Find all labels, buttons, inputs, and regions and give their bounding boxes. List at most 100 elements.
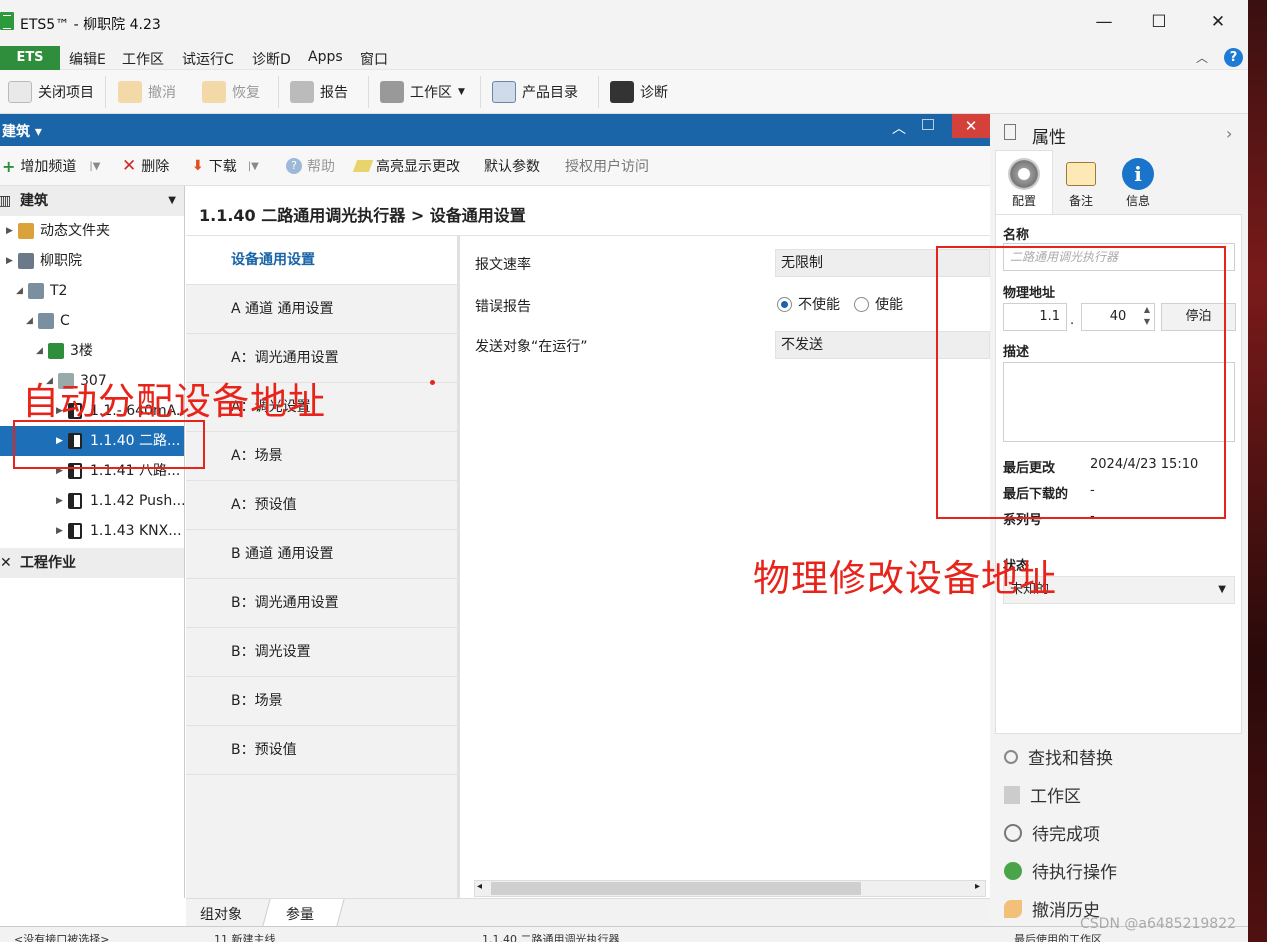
parameter-page-item[interactable]: B：调光通用设置: [186, 579, 457, 628]
close-project-icon: [8, 81, 32, 103]
bottom-tabs: 组对象 参量: [186, 898, 990, 926]
parameter-page-item[interactable]: B：预设值: [186, 726, 457, 775]
highlight-changes-button[interactable]: 高亮显示更改: [352, 156, 460, 176]
close-project-button[interactable]: 关闭项目: [8, 70, 94, 114]
help-button[interactable]: ? 帮助: [286, 156, 335, 176]
undo-button[interactable]: 撤消: [118, 70, 176, 114]
add-channel-button[interactable]: + 增加频道 |▼: [2, 156, 100, 176]
menu-apps[interactable]: Apps: [308, 49, 343, 65]
tree-node-icon: [28, 283, 44, 299]
menu-workspace[interactable]: 工作区: [122, 49, 164, 69]
scrollbar-thumb[interactable]: [491, 882, 861, 895]
download-button[interactable]: ⬇ 下载 |▼: [192, 156, 259, 176]
panel-title[interactable]: 建筑 ▾: [2, 121, 42, 141]
workspace-icon: [380, 81, 404, 103]
main-toolbar: 关闭项目 撤消 恢复 报告 工作区 ▼ 产品目录 诊断: [0, 70, 1248, 114]
tree-header-project-work[interactable]: ✕ 工程作业: [0, 548, 184, 578]
tree-header-building[interactable]: ▥ 建筑 ▼: [0, 186, 184, 216]
authorize-access-button[interactable]: 授权用户访问: [565, 156, 649, 176]
parameter-page-item[interactable]: A 通道 通用设置: [186, 285, 457, 334]
radio-disable[interactable]: [777, 296, 792, 312]
tab-group-objects[interactable]: 组对象: [200, 904, 242, 924]
properties-title: 属性: [1032, 128, 1066, 148]
tab-config[interactable]: 配置: [999, 158, 1049, 209]
dock-workspace[interactable]: 工作区: [1004, 782, 1081, 807]
menu-window[interactable]: 窗口: [360, 49, 388, 69]
status-line: 11 新建主线: [214, 933, 276, 942]
tree-node-icon: [68, 523, 82, 539]
printer-icon: [290, 81, 314, 103]
horizontal-scrollbar[interactable]: ◂ ▸: [474, 880, 986, 897]
parameter-page-item[interactable]: B：场景: [186, 677, 457, 726]
redo-button[interactable]: 恢复: [202, 70, 260, 114]
tab-parameters[interactable]: 参量: [286, 904, 314, 924]
menu-ets[interactable]: ETS: [0, 46, 60, 70]
expand-arrow-icon[interactable]: ▶: [56, 486, 63, 516]
parameter-page-item[interactable]: A：场景: [186, 432, 457, 481]
expand-arrow-icon[interactable]: ▶: [6, 246, 13, 276]
maximize-button[interactable]: ☐: [1147, 10, 1171, 34]
tree-item[interactable]: ▶ 柳职院: [0, 246, 184, 276]
collapse-ribbon-icon[interactable]: ︿: [1196, 49, 1208, 66]
tree-item[interactable]: ◢ T2: [0, 276, 184, 306]
parameter-page-item[interactable]: B：调光设置: [186, 628, 457, 677]
close-button[interactable]: ✕: [1206, 10, 1230, 34]
building-panel-header: 建筑 ▾ ︿ ✕: [0, 114, 990, 146]
note-icon: [1066, 162, 1096, 186]
dock-todo[interactable]: 待完成项: [1004, 820, 1100, 845]
help-icon[interactable]: ?: [1224, 48, 1243, 67]
download-icon: ⬇: [192, 158, 204, 174]
menu-commissioning[interactable]: 试运行C: [182, 49, 234, 69]
building-toolbar: + 增加频道 |▼ ✕ 删除 ⬇ 下载 |▼ ? 帮助 高亮显示更改 默认参数 授权用户访问: [0, 146, 990, 186]
annotation-box-properties: [936, 246, 1226, 519]
expand-arrow-icon[interactable]: ◢: [36, 336, 43, 366]
dock-find-replace[interactable]: 查找和替换: [1004, 744, 1113, 769]
watermark: CSDN @a6485219822: [1080, 916, 1237, 932]
expand-arrow-icon[interactable]: ◢: [26, 306, 33, 336]
expand-arrow-icon[interactable]: ▶: [56, 516, 63, 546]
collapse-icon[interactable]: ︿: [892, 118, 906, 138]
menu-edit[interactable]: 编辑E: [69, 49, 106, 69]
catalog-icon: [492, 81, 516, 103]
app-icon: [0, 12, 14, 30]
expand-arrow-icon[interactable]: ◢: [16, 276, 23, 306]
panel-close-button[interactable]: ✕: [952, 114, 990, 138]
default-params-button[interactable]: 默认参数: [484, 156, 540, 176]
chevron-right-icon[interactable]: ›: [1226, 124, 1232, 143]
report-button[interactable]: 报告: [290, 70, 348, 114]
tree-node-icon: [18, 253, 34, 269]
building-tree: ▥ 建筑 ▼ ▶ 动态文件夹 ▶ 柳职院 ◢ T2 ◢ C ◢ 3楼 ◢ 307 ▶ 1.1.- 640mA.…: [0, 186, 185, 898]
dock-pending-ops[interactable]: 待执行操作: [1004, 858, 1117, 883]
expand-arrow-icon[interactable]: ▶: [6, 216, 13, 246]
window-title: ETS5™ - 柳职院 4.23: [20, 17, 161, 33]
annotation-auto-assign: 自动分配设备地址: [22, 380, 326, 423]
workspace-button[interactable]: 工作区 ▼: [380, 70, 465, 114]
tree-item[interactable]: ◢ 3楼: [0, 336, 184, 366]
catalog-button[interactable]: 产品目录: [492, 70, 578, 114]
minimize-button[interactable]: —: [1092, 10, 1116, 34]
menu-bar: ETS 编辑E 工作区 试运行C 诊断D Apps 窗口 ︿ ?: [0, 46, 1248, 70]
parameter-page-item[interactable]: B 通道 通用设置: [186, 530, 457, 579]
tab-info[interactable]: i 信息: [1113, 158, 1163, 209]
parameter-page-item[interactable]: 设备通用设置: [186, 236, 457, 285]
status-workspace: 最后使用的工作区: [1014, 933, 1102, 942]
gear-icon: [1008, 158, 1040, 190]
tree-item[interactable]: ▶ 1.1.42 Push...: [0, 486, 184, 516]
radio-enable[interactable]: [854, 296, 869, 312]
status-interface[interactable]: <没有接口被选择>: [14, 931, 109, 942]
restore-icon[interactable]: [922, 119, 934, 130]
menu-diagnostics[interactable]: 诊断D: [252, 49, 291, 69]
parameter-page-item[interactable]: A：预设值: [186, 481, 457, 530]
error-report-radios: 不使能 使能: [777, 294, 903, 314]
tree-node-icon: [68, 493, 82, 509]
play-icon: [1004, 861, 1022, 880]
tree-item[interactable]: ▶ 动态文件夹: [0, 216, 184, 246]
tab-notes[interactable]: 备注: [1056, 158, 1106, 209]
delete-button[interactable]: ✕ 删除: [122, 156, 169, 176]
tree-item-label: 柳职院: [40, 253, 82, 269]
tree-item[interactable]: ▶ 1.1.43 KNX...: [0, 516, 184, 546]
tree-item-label: 动态文件夹: [40, 223, 110, 239]
tree-item[interactable]: ◢ C: [0, 306, 184, 336]
breadcrumb-text: 1.1.40 二路通用调光执行器 > 设备通用设置: [199, 206, 526, 225]
diagnose-button[interactable]: 诊断: [610, 70, 668, 114]
